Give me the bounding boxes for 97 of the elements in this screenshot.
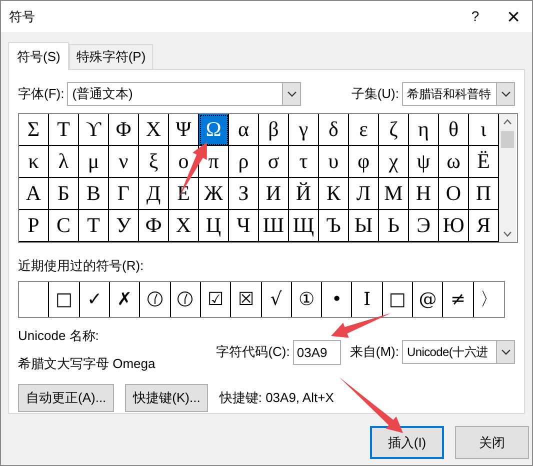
window-title: 符号 (9, 8, 35, 26)
scroll-thumb[interactable] (501, 131, 514, 148)
symbol-cell[interactable]: υ (319, 146, 349, 178)
symbol-cell[interactable]: ψ (409, 146, 439, 178)
tab[interactable]: 特殊字符(P) (69, 44, 153, 69)
scroll-down-icon[interactable] (503, 231, 512, 237)
symbol-cell[interactable]: Л (349, 178, 379, 210)
symbol-cell[interactable]: ξ (139, 146, 169, 178)
symbol-cell[interactable]: Б (49, 178, 79, 210)
symbol-cell[interactable]: Τ (49, 114, 79, 146)
symbol-cell[interactable]: δ (319, 114, 349, 146)
symbol-cell[interactable]: Ж (199, 178, 229, 210)
dropdown[interactable]: Unicode(十六进 (402, 340, 515, 364)
symbol-cell[interactable]: ϒ (79, 114, 109, 146)
symbol-cell[interactable]: К (319, 178, 349, 210)
unicode-name-label: Unicode 名称: (18, 326, 100, 344)
symbol-cell[interactable]: Σ (19, 114, 49, 146)
clock-icon (146, 291, 163, 307)
symbol-cell[interactable]: Ц (199, 210, 229, 242)
symbol-cell[interactable]: Ё (469, 146, 499, 178)
symbol-cell[interactable]: Ы (349, 210, 379, 242)
symbol-cell[interactable]: В (79, 178, 109, 210)
help-button[interactable]: ? (471, 6, 480, 27)
symbol-cell[interactable]: κ (19, 146, 49, 178)
symbol-cell[interactable]: Й (289, 178, 319, 210)
symbol-cell[interactable]: χ (379, 146, 409, 178)
symbol-cell[interactable]: А (19, 178, 49, 210)
symbol-cell[interactable]: ω (439, 146, 469, 178)
recent-label: 近期使用过的符号(R): (18, 257, 145, 275)
dropdown-value: Unicode(十六进 (406, 344, 489, 361)
pointer-arrow (329, 311, 393, 340)
dropdown-caret-icon[interactable] (500, 91, 510, 97)
symbol-cell[interactable]: М (379, 178, 409, 210)
symbol-cell[interactable]: Ь (379, 210, 409, 242)
tab[interactable]: 符号(S) (8, 42, 70, 70)
symbol-cell[interactable]: σ (259, 146, 289, 178)
symbol-cell[interactable]: Ч (229, 210, 259, 242)
footer-button[interactable]: 插入(I) (370, 426, 444, 459)
subset-label: 子集(U): (351, 85, 399, 104)
from-label: 来自(M): (350, 343, 399, 362)
char-code-label: 字符代码(C): (216, 343, 290, 362)
symbol-cell[interactable]: β (259, 114, 289, 146)
symbol-cell[interactable]: α (229, 114, 259, 146)
symbol-cell[interactable]: Щ (289, 210, 319, 242)
symbol-cell[interactable]: η (409, 114, 439, 146)
symbol-cell[interactable]: ζ (379, 114, 409, 146)
dropdown-value: 希腊语和科普特 (406, 86, 492, 103)
symbol-cell[interactable]: ρ (229, 146, 259, 178)
symbol-cell[interactable]: П (469, 178, 499, 210)
symbol-cell[interactable]: ν (109, 146, 139, 178)
symbol-cell[interactable]: τ (289, 146, 319, 178)
symbol-cell[interactable]: О (439, 178, 469, 210)
symbol-cell[interactable]: Г (109, 178, 139, 210)
dropdown[interactable]: 希腊语和科普特 (402, 82, 515, 106)
symbol-cell[interactable]: Ф (139, 210, 169, 242)
symbol-cell[interactable]: γ (289, 114, 319, 146)
symbol-cell[interactable]: Ψ (169, 114, 199, 146)
symbol-cell[interactable]: μ (79, 146, 109, 178)
symbol-cell[interactable]: Я (469, 210, 499, 242)
clock-icon (177, 291, 194, 307)
scroll-up-icon[interactable] (503, 119, 512, 125)
shortcut-text: 快捷键: 03A9, Alt+X (219, 388, 334, 407)
symbol-cell[interactable]: Ъ (319, 210, 349, 242)
char-code-field[interactable]: 03A9 (292, 340, 341, 364)
close-button[interactable]: × (507, 6, 520, 28)
symbol-cell[interactable]: Ю (439, 210, 469, 242)
symbol-cell[interactable]: λ (49, 146, 79, 178)
recent-symbol[interactable]: 〉 (474, 282, 504, 316)
symbol-cell[interactable]: Ш (259, 210, 289, 242)
footer-button[interactable]: 关闭 (455, 426, 529, 459)
symbol-cell[interactable]: Χ (139, 114, 169, 146)
symbol-cell[interactable]: З (229, 178, 259, 210)
symbol-cell[interactable]: Р (19, 210, 49, 242)
dropdown-caret-icon[interactable] (500, 349, 510, 355)
symbol-cell[interactable]: Е (169, 178, 199, 210)
symbol-cell[interactable]: Ω (199, 114, 229, 146)
symbol-cell[interactable]: Н (409, 178, 439, 210)
symbol-cell[interactable]: И (259, 178, 289, 210)
scrollbar[interactable] (499, 114, 516, 242)
symbol-cell[interactable]: ι (469, 114, 499, 146)
symbol-cell[interactable]: θ (439, 114, 469, 146)
symbol-cell[interactable]: ε (349, 114, 379, 146)
dropdown[interactable]: (普通文本) (67, 82, 302, 106)
dialog-button[interactable]: 快捷键(K)... (125, 384, 208, 412)
symbol-cell[interactable]: Т (79, 210, 109, 242)
unicode-name-value: 希腊文大写字母 Omega (18, 355, 156, 373)
font-label: 字体(F): (18, 85, 64, 104)
symbol-cell[interactable]: Д (139, 178, 169, 210)
symbol-cell[interactable]: φ (349, 146, 379, 178)
symbol-cell[interactable]: С (49, 210, 79, 242)
dialog-button[interactable]: 自动更正(A)... (18, 384, 114, 412)
symbol-cell[interactable]: У (109, 210, 139, 242)
symbol-cell[interactable]: Х (169, 210, 199, 242)
symbol-cell[interactable]: Φ (109, 114, 139, 146)
dropdown-value: (普通文本) (71, 85, 134, 104)
symbol-cell[interactable]: Э (409, 210, 439, 242)
dropdown-caret-icon[interactable] (286, 91, 297, 97)
